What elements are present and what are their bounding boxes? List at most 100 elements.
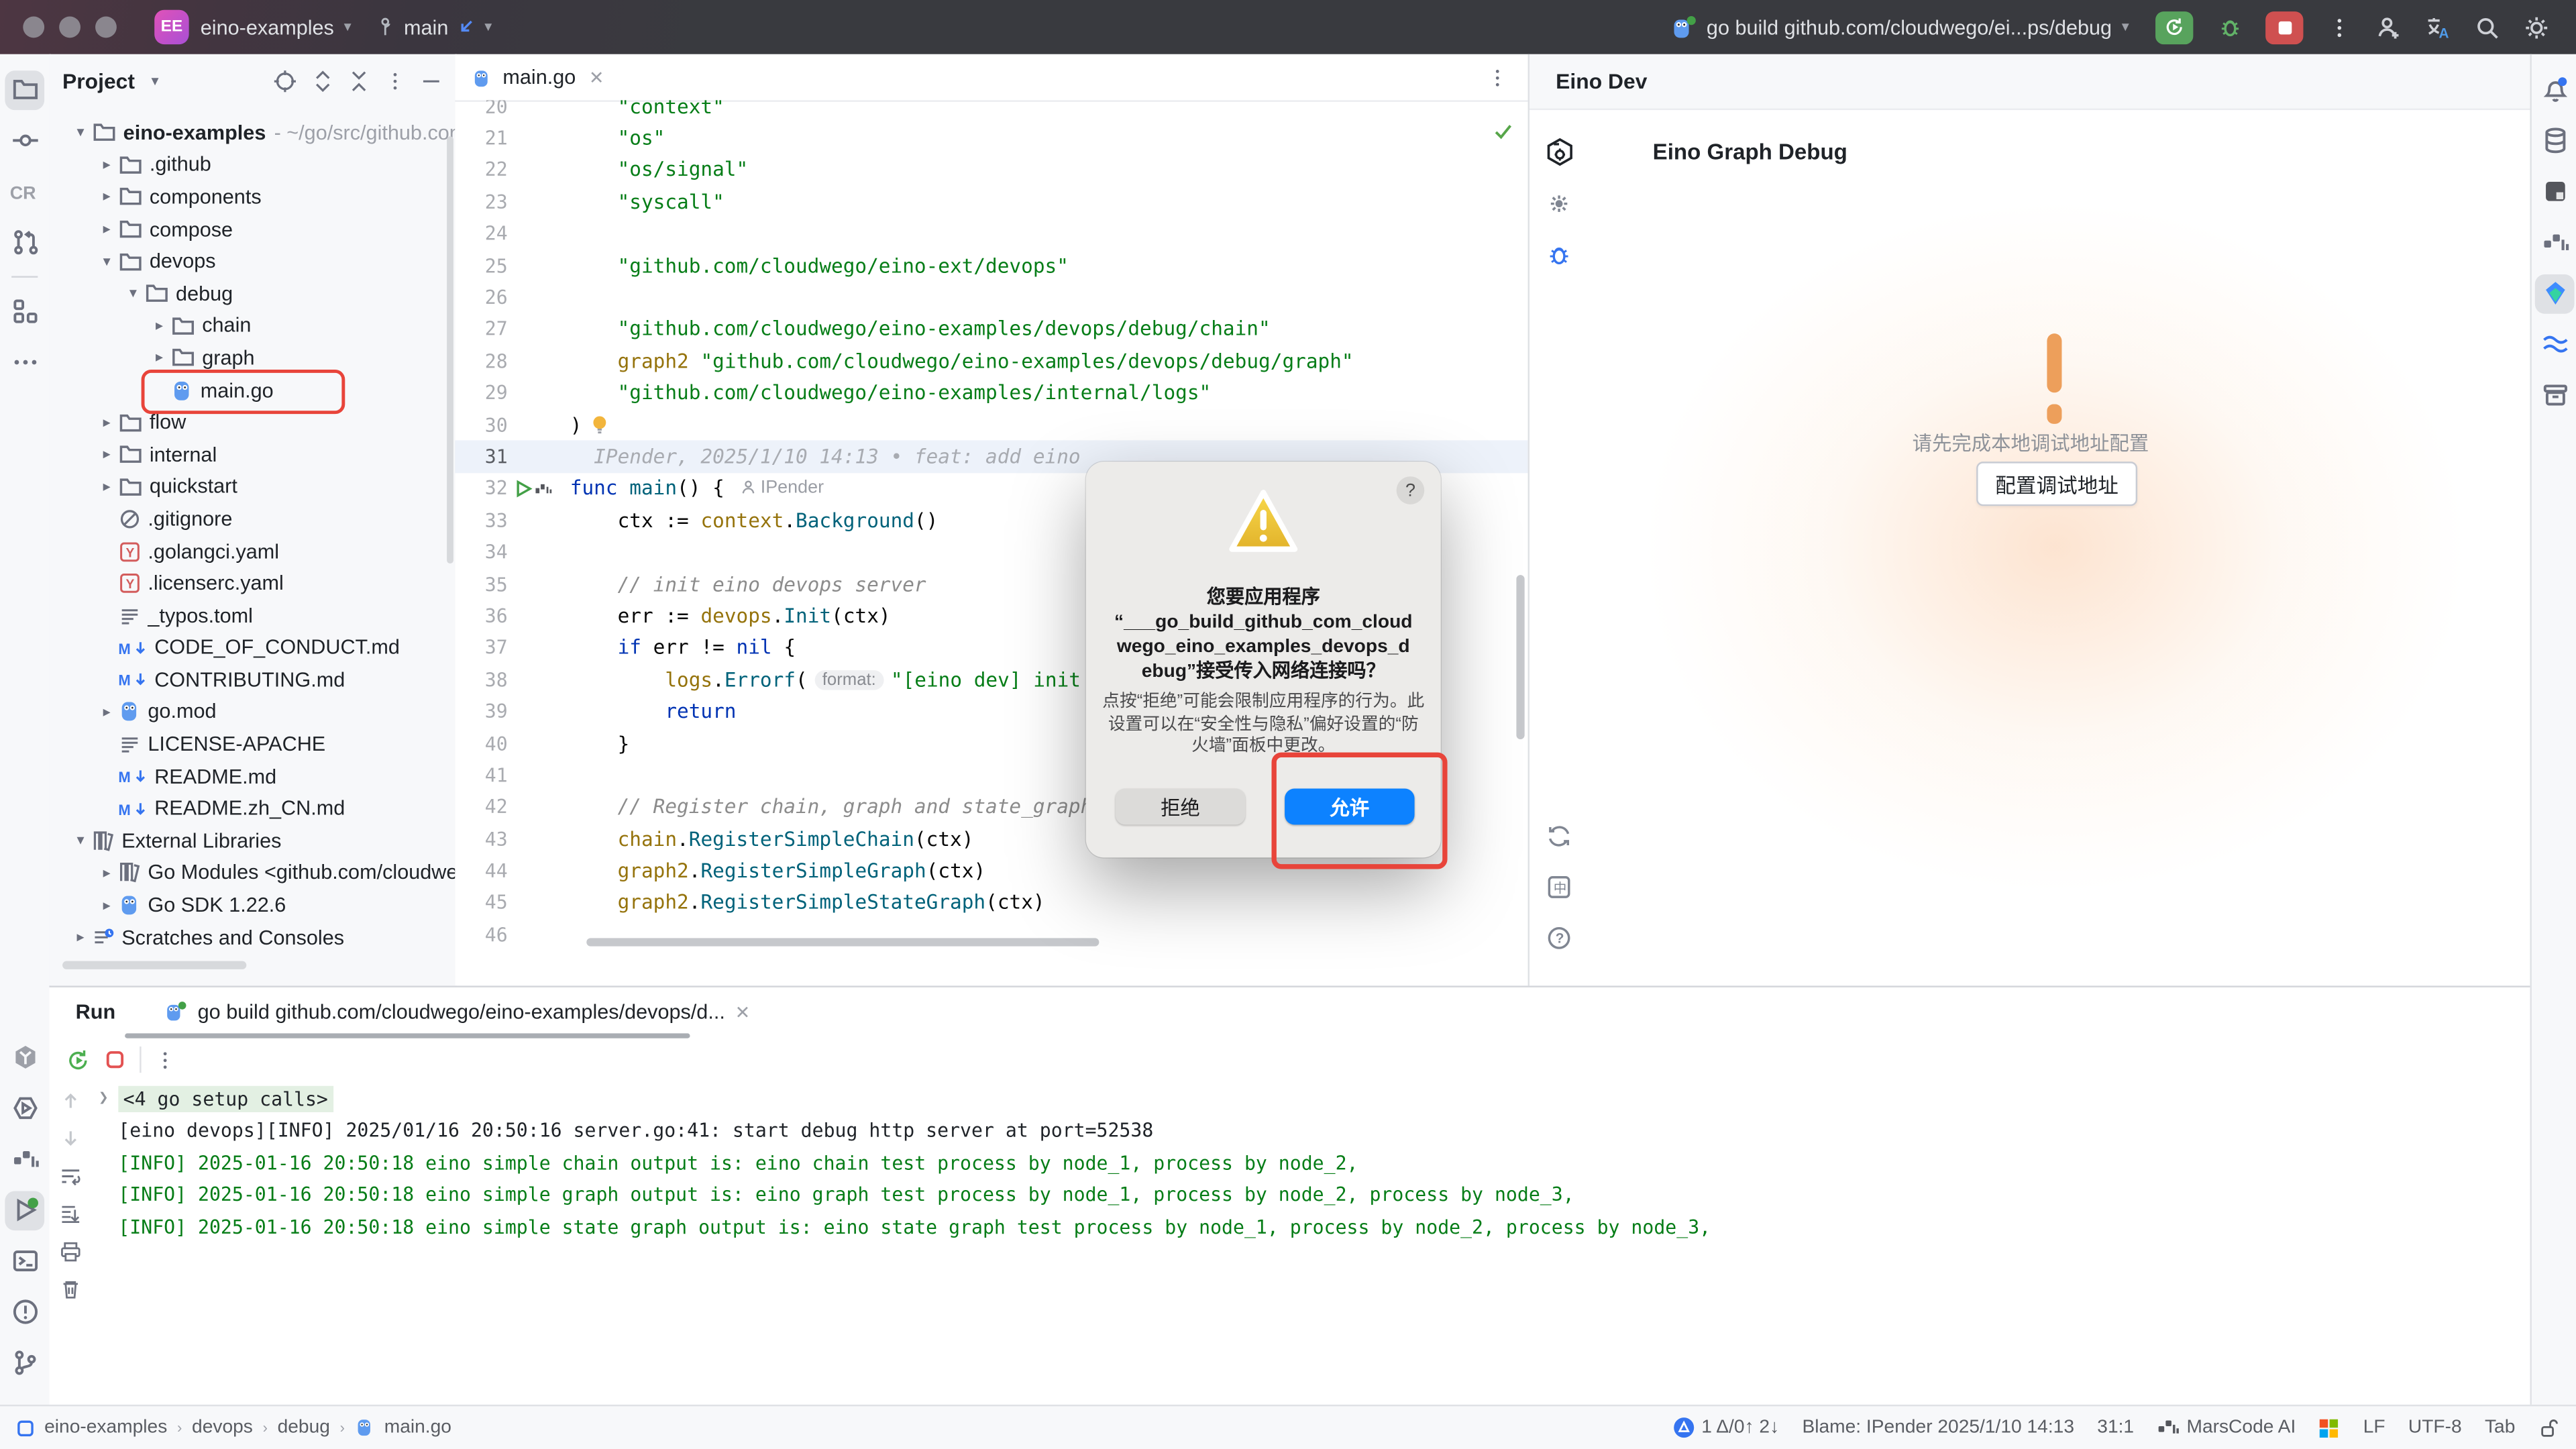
tree-item-.licenserc.yaml[interactable]: Y.licenserc.yaml	[49, 568, 455, 600]
breadcrumb-item[interactable]: eino-examples	[44, 1417, 167, 1437]
code-line-25[interactable]: 25 "github.com/cloudwego/eino-ext/devops…	[455, 250, 1527, 281]
chevron-right-icon[interactable]: ▸	[95, 864, 118, 882]
chevron-right-icon[interactable]: ▸	[95, 703, 118, 721]
tree-item-readme.zh_cn.md[interactable]: MREADME.zh_CN.md	[49, 793, 455, 825]
chevron-right-icon[interactable]: ▸	[95, 413, 118, 431]
chevron-right-icon[interactable]: ▸	[95, 188, 118, 206]
more-actions-icon[interactable]	[2320, 7, 2359, 47]
profiler-tool-button[interactable]	[5, 1139, 44, 1179]
settings-gear-icon[interactable]	[2517, 7, 2557, 47]
minimize-window-icon[interactable]	[59, 16, 80, 38]
code-line-28[interactable]: 28 graph2 "github.com/cloudwego/eino-exa…	[455, 345, 1527, 377]
run-configuration-selector[interactable]: go build github.com/cloudwego/ei...ps/de…	[1670, 14, 2139, 40]
code-with-me-icon[interactable]	[2369, 7, 2408, 47]
code-line-26[interactable]: 26	[455, 282, 1527, 313]
editor-tab-main-go[interactable]: main.go ✕	[455, 54, 621, 101]
rerun-icon[interactable]	[66, 1047, 91, 1072]
translate-icon[interactable]: A	[2418, 7, 2458, 47]
debug-target-tool-button[interactable]	[1540, 183, 1579, 223]
terminal-tool-button[interactable]	[5, 1241, 44, 1281]
database-tool-button[interactable]	[2535, 121, 2575, 160]
expand-collapse-icon[interactable]	[312, 69, 333, 94]
code-line-29[interactable]: 29 "github.com/cloudwego/eino-examples/i…	[455, 377, 1527, 409]
language-pack-icon[interactable]	[2319, 1417, 2341, 1438]
tree-item-.golangci.yaml[interactable]: Y.golangci.yaml	[49, 535, 455, 568]
configure-debug-address-button[interactable]: 配置调试地址	[1976, 462, 2137, 506]
chevron-down-icon[interactable]: ▾	[95, 252, 118, 270]
inspections-ok-icon[interactable]	[1492, 120, 1515, 143]
gem-tool-button[interactable]	[2535, 274, 2575, 313]
notifications-tool-button[interactable]	[2535, 70, 2575, 109]
caret-position-widget[interactable]: 31:1	[2097, 1417, 2134, 1437]
hide-panel-icon[interactable]	[421, 70, 442, 92]
deny-button[interactable]: 拒绝	[1116, 789, 1245, 825]
tab-options-kebab-icon[interactable]	[1487, 66, 1508, 88]
ai-card-tool-button[interactable]	[2535, 172, 2575, 211]
code-line-20[interactable]: 20 "context"	[455, 100, 1527, 122]
tree-item-debug[interactable]: ▾debug	[49, 278, 455, 310]
run-tool-button[interactable]	[5, 1190, 44, 1230]
locate-file-icon[interactable]	[273, 69, 298, 94]
tree-item-code_of_conduct.md[interactable]: MCODE_OF_CONDUCT.md	[49, 632, 455, 664]
up-arrow-icon[interactable]	[59, 1089, 82, 1112]
tree-item-scratches-and-consoles[interactable]: ▸Scratches and Consoles	[49, 921, 455, 953]
tree-item-quickstart[interactable]: ▸quickstart	[49, 471, 455, 503]
chevron-right-icon[interactable]: ▸	[148, 349, 170, 367]
structure-tool-button[interactable]	[5, 292, 44, 331]
tree-item-chain[interactable]: ▸chain	[49, 310, 455, 342]
line-ending-widget[interactable]: LF	[2363, 1417, 2385, 1437]
chevron-right-icon[interactable]: ▸	[95, 156, 118, 174]
blocks-bars-tool-button[interactable]	[2535, 223, 2575, 262]
refresh-tool-button[interactable]	[1540, 816, 1579, 855]
project-folder-tool-button[interactable]	[5, 70, 44, 109]
more-tool-button[interactable]	[5, 343, 44, 382]
project-widget[interactable]: eino-examples ▾	[201, 15, 362, 38]
code-line-27[interactable]: 27 "github.com/cloudwego/eino-examples/d…	[455, 313, 1527, 345]
project-avatar[interactable]: EE	[154, 10, 189, 44]
breadcrumb-item[interactable]: main.go	[384, 1417, 451, 1437]
commit-tool-button[interactable]	[5, 121, 44, 160]
breadcrumb-item[interactable]: debug	[278, 1417, 330, 1437]
vcs-widget[interactable]: main ▾	[374, 15, 502, 38]
chinese-lang-tool-button[interactable]: 中	[1540, 867, 1579, 906]
project-vscrollbar[interactable]	[447, 136, 453, 564]
expand-node-icon[interactable]: ❯	[99, 1089, 115, 1108]
gutter-icons[interactable]	[508, 480, 570, 498]
code-line-24[interactable]: 24	[455, 218, 1527, 250]
debug-button[interactable]	[2210, 7, 2249, 47]
marscode-ai-widget[interactable]: MarsCode AI	[2157, 1416, 2296, 1439]
chevron-down-icon[interactable]: ▾	[69, 832, 92, 850]
soft-wrap-icon[interactable]	[59, 1165, 82, 1187]
build-tool-button[interactable]	[5, 1038, 44, 1077]
chevron-right-icon[interactable]: ▸	[148, 317, 170, 335]
blame-widget[interactable]: Blame: IPender 2025/1/10 14:13	[1802, 1417, 2074, 1437]
tree-item-.gitignore[interactable]: .gitignore	[49, 503, 455, 535]
editor-vscrollbar[interactable]	[1516, 575, 1524, 739]
editor-hscrollbar[interactable]	[586, 938, 1099, 946]
console-output[interactable]: ❯<4 go setup calls>[eino devops][INFO] 2…	[99, 1083, 2514, 1395]
run-label[interactable]: Run	[76, 1000, 116, 1023]
services-tool-button[interactable]	[5, 1088, 44, 1128]
tree-item-devops[interactable]: ▾devops	[49, 246, 455, 278]
tree-item-components[interactable]: ▸components	[49, 181, 455, 213]
code-line-23[interactable]: 23 "syscall"	[455, 186, 1527, 217]
close-window-icon[interactable]	[23, 16, 44, 38]
tree-item-go-sdk-1.22.6[interactable]: ▸Go SDK 1.22.6	[49, 890, 455, 922]
chevron-right-icon[interactable]: ▸	[95, 220, 118, 238]
indent-widget[interactable]: Tab	[2485, 1417, 2515, 1437]
tree-item-readme.md[interactable]: MREADME.md	[49, 761, 455, 793]
maximize-window-icon[interactable]	[95, 16, 117, 38]
down-arrow-icon[interactable]	[59, 1127, 82, 1150]
chevron-right-icon[interactable]: ▸	[95, 445, 118, 464]
run-options-kebab-icon[interactable]	[154, 1049, 176, 1071]
close-run-tab-icon[interactable]: ✕	[735, 1002, 751, 1023]
dialog-help-icon[interactable]: ?	[1397, 476, 1425, 504]
rerun-button[interactable]	[2155, 11, 2193, 44]
tree-item-go-modules-github.com-cloudweg[interactable]: ▸Go Modules <github.com/cloudweg	[49, 857, 455, 890]
tree-item-eino-examples[interactable]: ▾eino-examples- ~/go/src/github.con	[49, 117, 455, 149]
tree-item-go.mod[interactable]: ▸go.mod	[49, 696, 455, 729]
code-line-30[interactable]: 30)	[455, 409, 1527, 441]
search-icon[interactable]	[2467, 7, 2507, 47]
graph-settings-tool-button[interactable]	[1540, 132, 1579, 172]
unlocked-padlock-icon[interactable]	[2538, 1417, 2560, 1438]
